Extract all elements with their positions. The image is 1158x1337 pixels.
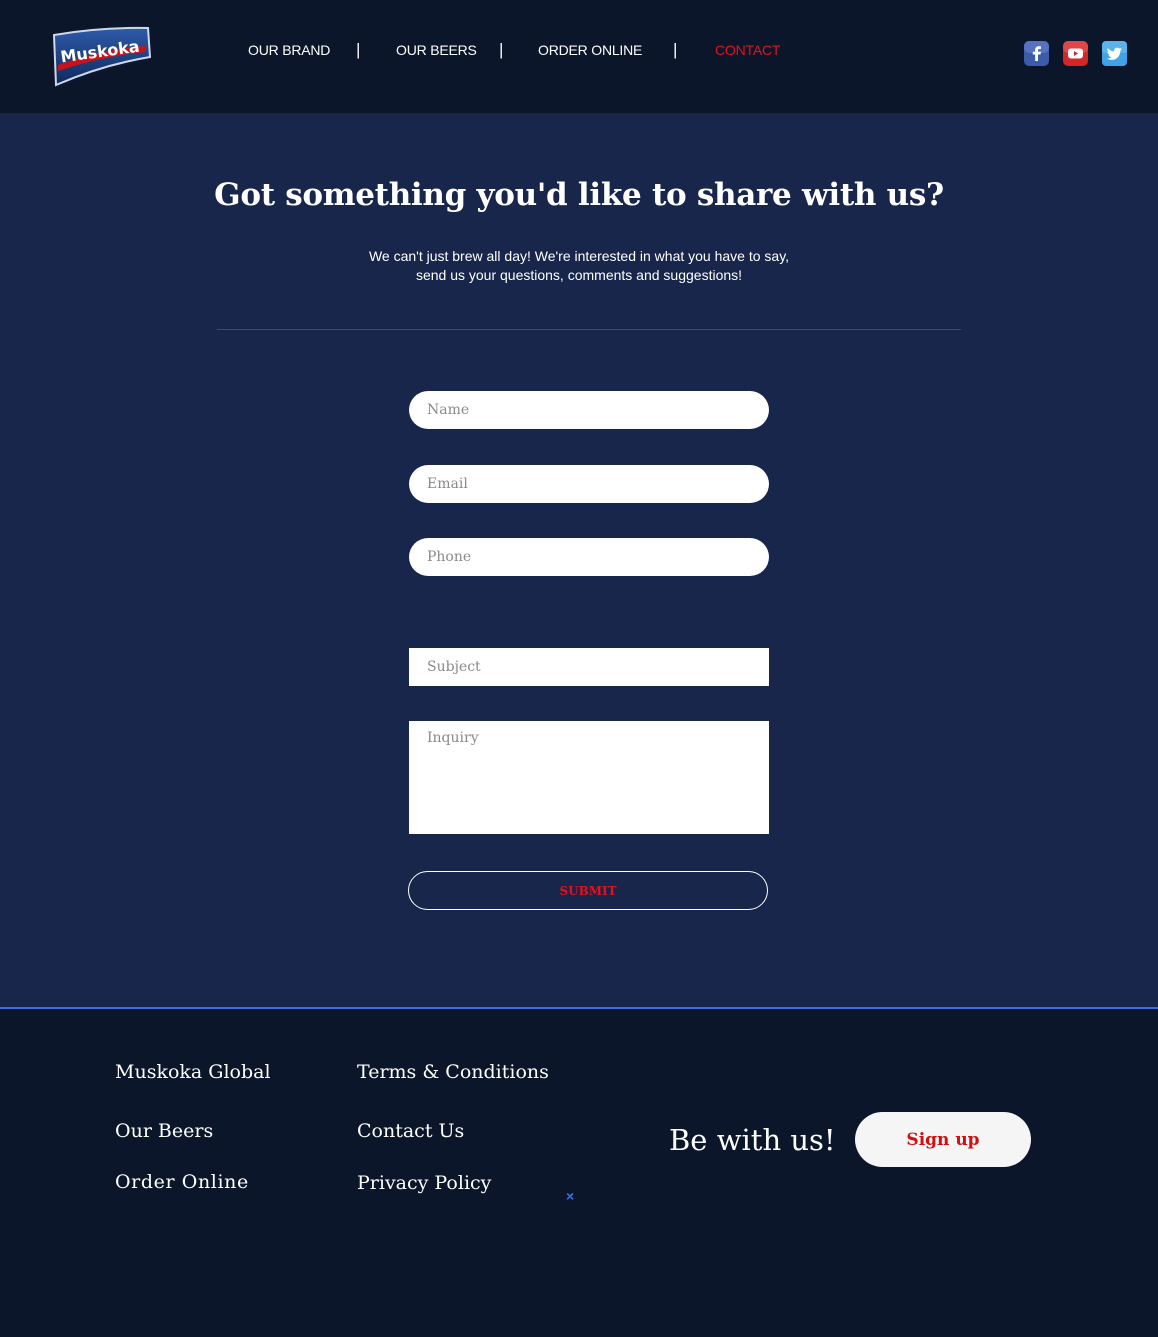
page-subtitle: We can't just brew all day! We're intere… <box>368 248 790 264</box>
sign-up-button[interactable]: Sign up <box>855 1112 1031 1167</box>
twitter-icon[interactable] <box>1102 41 1127 66</box>
footer-link-privacy-policy[interactable]: Privacy Policy <box>357 1172 491 1194</box>
page-title: Got something you'd like to share with u… <box>214 177 944 213</box>
muskoka-logo[interactable]: Muskoka <box>50 25 154 89</box>
facebook-icon[interactable] <box>1024 41 1049 66</box>
inquiry-field[interactable] <box>409 721 769 834</box>
phone-field[interactable] <box>409 538 769 576</box>
site-header: Muskoka OUR BRAND | OUR BEERS | ORDER ON… <box>0 0 1158 113</box>
page-subtitle: send us your questions, comments and sug… <box>415 267 743 283</box>
nav-order-online[interactable]: ORDER ONLINE <box>538 42 642 58</box>
footer-link-order-online[interactable]: Order Online <box>115 1171 249 1193</box>
site-footer: Muskoka Global Our Beers Order Online Te… <box>0 1009 1158 1337</box>
section-divider <box>217 329 961 330</box>
footer-link-terms[interactable]: Terms & Conditions <box>357 1061 549 1083</box>
email-field[interactable] <box>409 465 769 503</box>
nav-our-beers[interactable]: OUR BEERS <box>396 42 477 58</box>
footer-link-contact-us[interactable]: Contact Us <box>357 1120 464 1142</box>
close-icon[interactable]: × <box>566 1188 574 1204</box>
submit-button[interactable]: SUBMIT <box>408 871 768 910</box>
nav-our-brand[interactable]: OUR BRAND <box>248 42 330 58</box>
newsletter-cta-text: Be with us! <box>669 1123 836 1157</box>
nav-separator: | <box>673 40 678 59</box>
name-field[interactable] <box>409 391 769 429</box>
youtube-icon[interactable] <box>1063 41 1088 66</box>
nav-separator: | <box>356 40 361 59</box>
contact-section: Got something you'd like to share with u… <box>0 113 1158 1007</box>
nav-contact[interactable]: CONTACT <box>715 42 780 58</box>
footer-link-our-beers[interactable]: Our Beers <box>115 1120 213 1142</box>
subject-field[interactable] <box>409 648 769 686</box>
nav-separator: | <box>499 40 504 59</box>
footer-link-muskoka-global[interactable]: Muskoka Global <box>115 1061 271 1083</box>
